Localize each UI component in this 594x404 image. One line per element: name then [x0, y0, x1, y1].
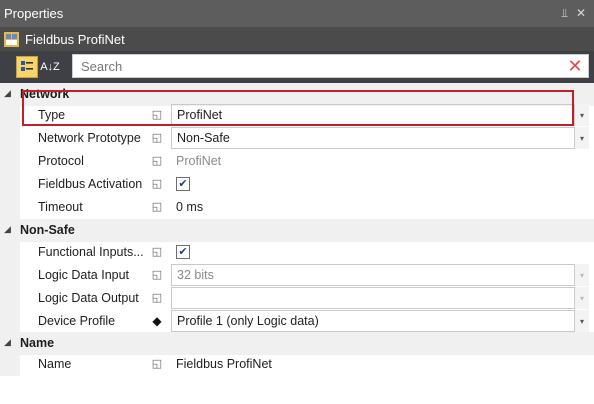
property-name: Logic Data Output: [38, 291, 139, 305]
collapse-triangle-icon[interactable]: ◢: [4, 224, 11, 235]
category-network[interactable]: ◢ Network: [0, 83, 594, 106]
pin-property-icon[interactable]: ◱: [150, 291, 164, 305]
timeout-field[interactable]: 0 ms: [171, 196, 589, 218]
selected-object-bar: Fieldbus ProfiNet: [0, 27, 594, 51]
logic-data-input-dropdown: 32 bits ▾: [171, 264, 589, 286]
property-row-network-prototype[interactable]: Network Prototype ◱ Non-Safe ▾: [0, 127, 594, 150]
collapse-triangle-icon[interactable]: ◢: [4, 88, 11, 99]
property-row-device-profile[interactable]: Device Profile ◆ Profile 1 (only Logic d…: [0, 310, 594, 333]
diamond-icon: ◆: [152, 314, 162, 328]
categorized-view-button[interactable]: [16, 56, 38, 78]
category-non-safe[interactable]: ◢ Non-Safe: [0, 219, 594, 242]
alphabetical-sort-button[interactable]: A↓Z: [40, 56, 60, 78]
property-name: Functional Inputs...: [38, 245, 144, 259]
panel-title: Properties: [4, 6, 64, 21]
network-prototype-dropdown[interactable]: Non-Safe ▾: [171, 127, 589, 149]
property-name: Fieldbus Activation: [38, 177, 143, 191]
property-row-logic-data-input: Logic Data Input ◱ 32 bits ▾: [0, 264, 594, 287]
selected-object-name: Fieldbus ProfiNet: [25, 31, 125, 47]
pin-property-icon[interactable]: ◱: [150, 200, 164, 214]
property-name: Network Prototype: [38, 131, 141, 145]
category-name[interactable]: ◢ Name: [0, 332, 594, 355]
search-box: ✕: [72, 54, 589, 78]
sort-az-icon: A↓Z: [40, 61, 60, 73]
property-row-name[interactable]: Name ◱ Fieldbus ProfiNet: [0, 353, 594, 376]
property-name: Name: [38, 357, 72, 371]
pin-property-icon[interactable]: ◱: [150, 108, 164, 122]
pin-property-icon[interactable]: ◱: [150, 154, 164, 168]
pin-icon[interactable]: ⫫: [561, 6, 568, 21]
fieldbus-icon: [4, 31, 19, 47]
property-row-protocol: Protocol ◱ ProfiNet: [0, 150, 594, 173]
device-profile-dropdown[interactable]: Profile 1 (only Logic data) ▾: [171, 310, 589, 332]
panel-titlebar: Properties ⫫ ✕: [0, 0, 594, 27]
pin-property-icon[interactable]: ◱: [150, 177, 164, 191]
property-name: Timeout: [38, 200, 83, 214]
pin-property-icon[interactable]: ◱: [150, 131, 164, 145]
search-input[interactable]: [79, 57, 562, 75]
property-row-fieldbus-activation[interactable]: Fieldbus Activation ◱ ✔: [0, 173, 594, 196]
pin-property-icon[interactable]: ◱: [150, 245, 164, 259]
name-field[interactable]: Fieldbus ProfiNet: [171, 353, 589, 375]
close-icon[interactable]: ✕: [576, 6, 586, 21]
property-name: Protocol: [38, 154, 84, 168]
functional-inputs-checkbox[interactable]: ✔: [176, 245, 190, 259]
property-row-functional-inputs[interactable]: Functional Inputs... ◱ ✔: [0, 241, 594, 264]
chevron-down-icon[interactable]: ▾: [574, 104, 589, 126]
property-name: Device Profile: [38, 314, 116, 328]
fieldbus-activation-checkbox[interactable]: ✔: [176, 177, 190, 191]
pin-property-icon[interactable]: ◱: [150, 357, 164, 371]
protocol-value: ProfiNet: [176, 154, 222, 168]
property-row-timeout[interactable]: Timeout ◱ 0 ms: [0, 196, 594, 219]
logic-data-output-dropdown[interactable]: ▾: [171, 287, 589, 309]
property-row-logic-data-output[interactable]: Logic Data Output ◱ ▾: [0, 287, 594, 310]
pin-property-icon[interactable]: ◱: [150, 268, 164, 282]
chevron-down-icon[interactable]: ▾: [574, 287, 589, 309]
property-row-type[interactable]: Type ◱ ProfiNet ▾: [0, 104, 594, 127]
type-dropdown[interactable]: ProfiNet ▾: [171, 104, 589, 126]
chevron-down-icon[interactable]: ▾: [574, 127, 589, 149]
clear-search-icon[interactable]: ✕: [562, 56, 588, 76]
property-name: Type: [38, 108, 66, 122]
chevron-down-icon[interactable]: ▾: [574, 310, 589, 332]
collapse-triangle-icon[interactable]: ◢: [4, 337, 11, 348]
property-name: Logic Data Input: [38, 268, 130, 282]
chevron-down-icon: ▾: [574, 264, 589, 286]
property-grid: ◢ Network Type ◱ ProfiNet ▾ Network Prot…: [0, 83, 594, 404]
categorized-icon: [21, 61, 33, 71]
